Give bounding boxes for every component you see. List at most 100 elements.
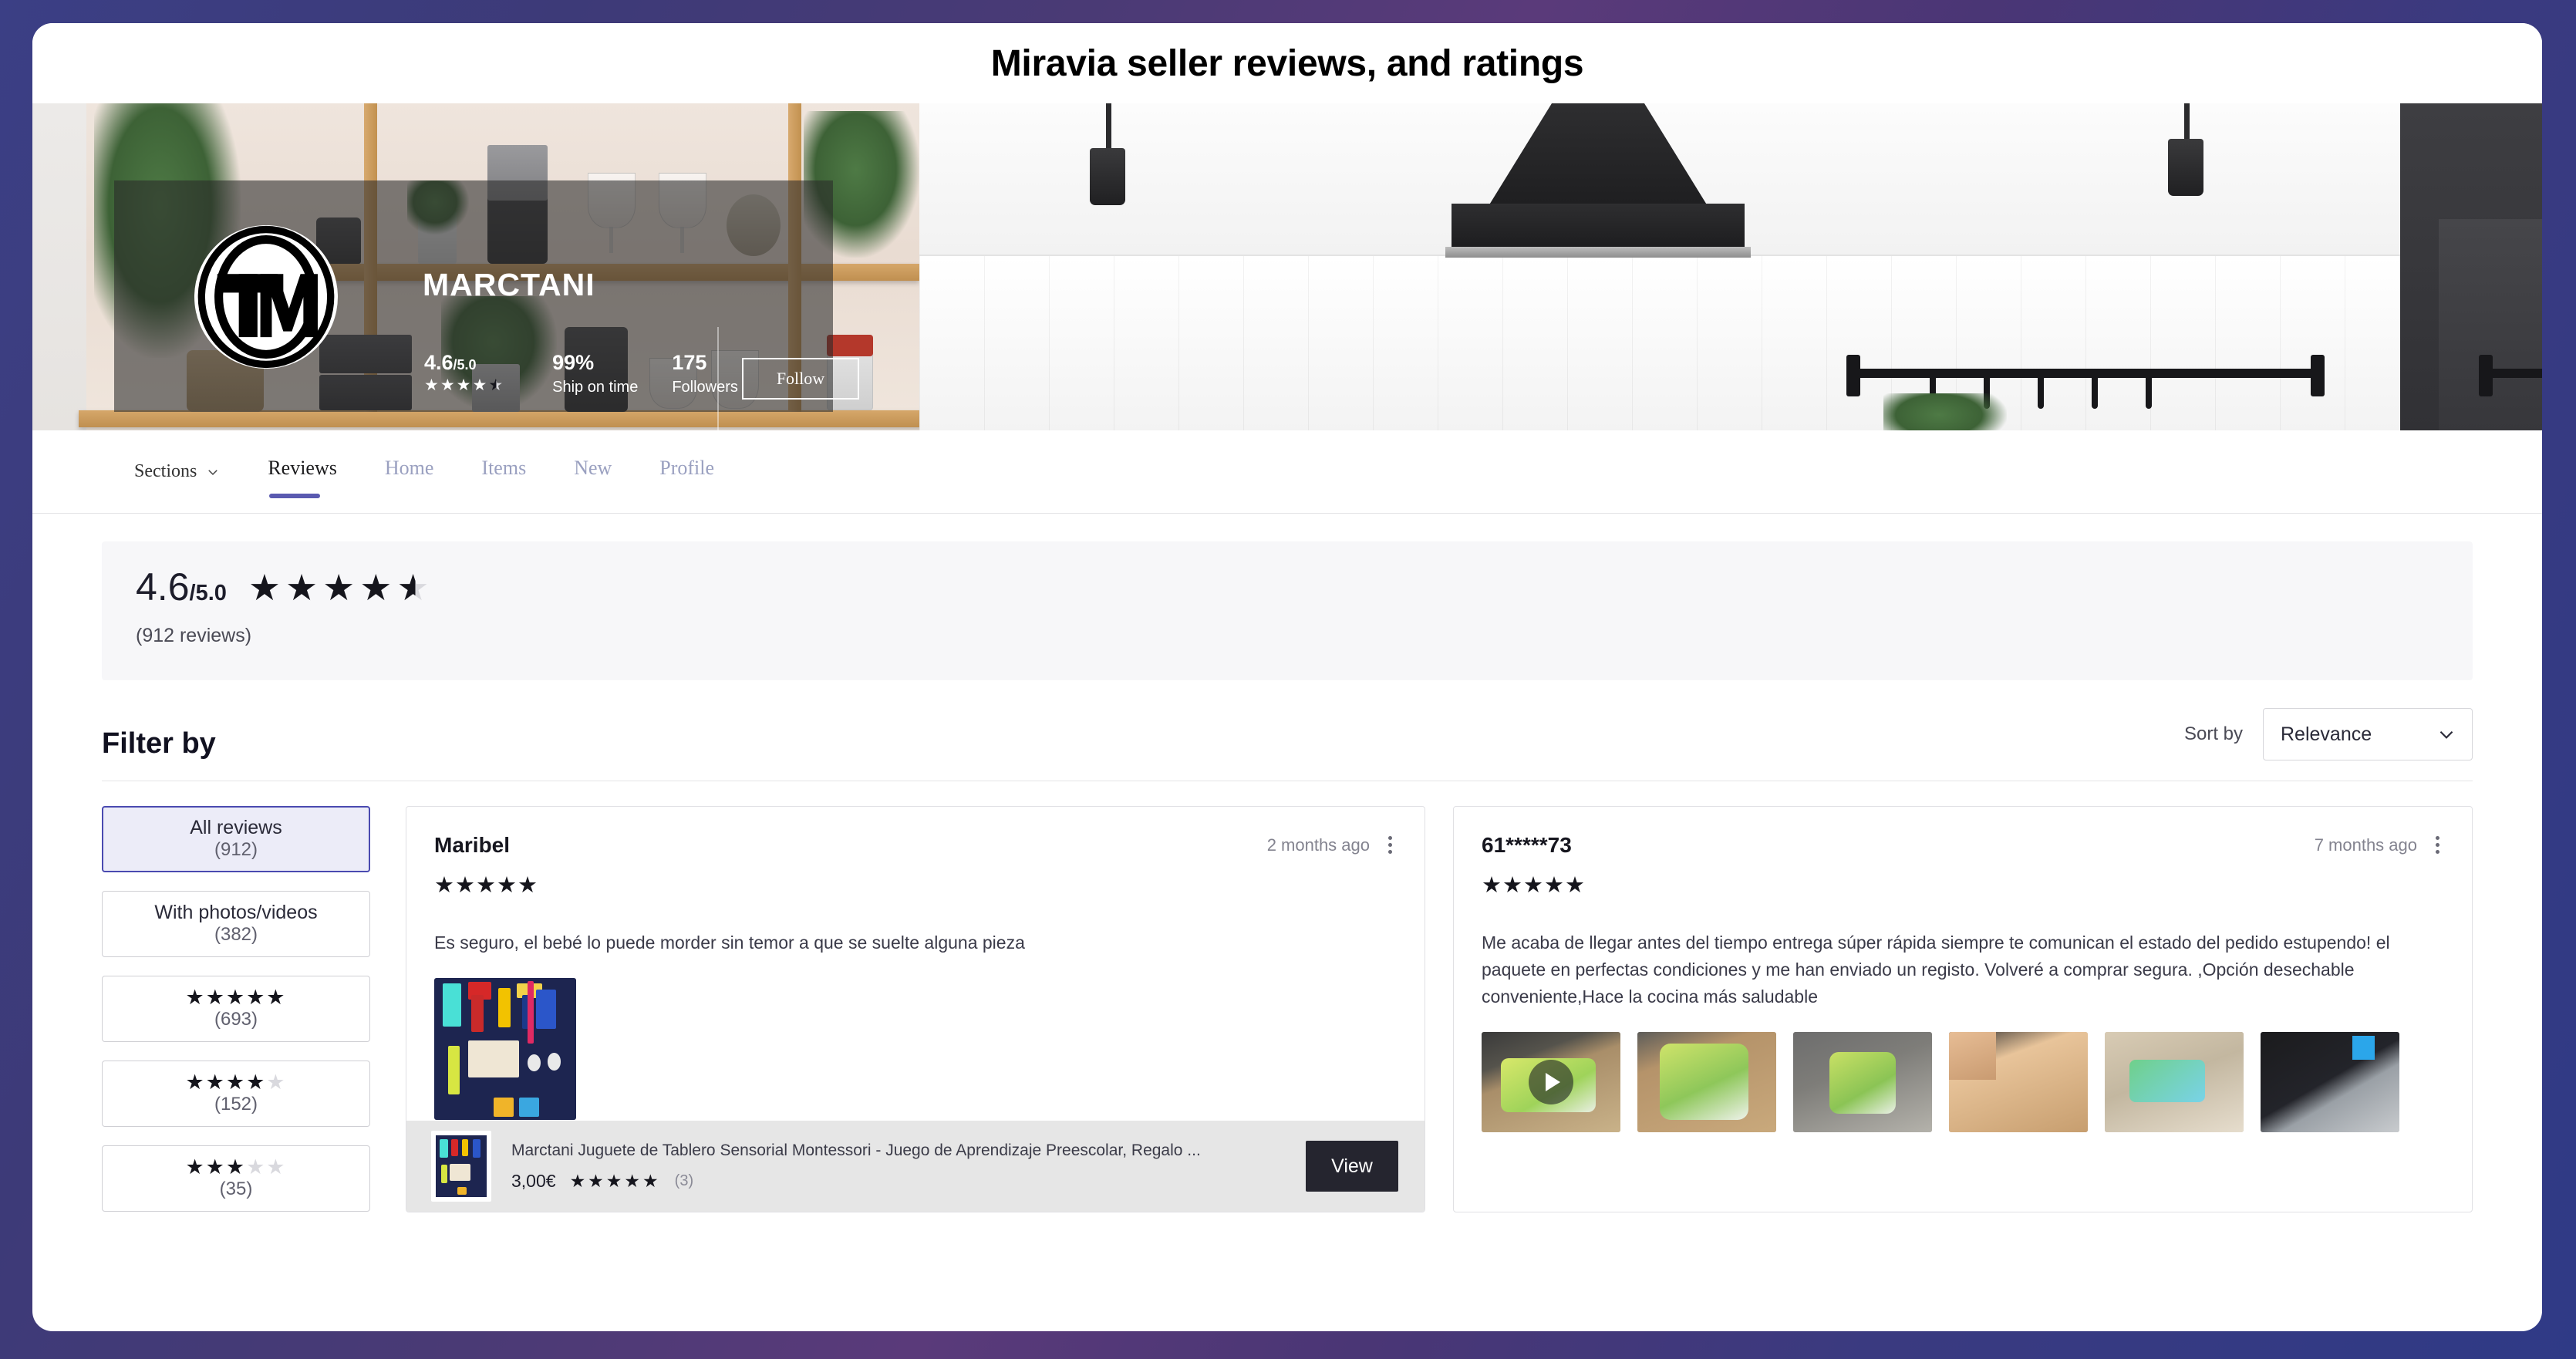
rating-summary: 4.6/5.0 ★★★★★ (912 reviews) — [102, 541, 2473, 680]
view-product-button[interactable]: View — [1306, 1141, 1398, 1192]
seller-rating-stat: 4.6/5.0 ★★★★★ — [424, 352, 504, 396]
rating-reviews-count: (912 reviews) — [136, 625, 252, 646]
filter-4-star-count: (152) — [214, 1093, 258, 1115]
review-media-video-thumbnail[interactable] — [1482, 1031, 1620, 1132]
filter-with-media-label: With photos/videos — [154, 902, 318, 923]
sort-select[interactable]: Relevance — [2263, 708, 2473, 760]
review-author: 61*****73 — [1482, 833, 1572, 857]
review-stars: ★★★★★ — [434, 873, 538, 898]
filter-3-star[interactable]: ★★★★★ (35) — [102, 1145, 370, 1212]
product-sub: 3,00€ ★★★★★ (3) — [511, 1171, 1306, 1192]
review-card: 61*****73 7 months ago ★★★★★ Me acaba de… — [1453, 806, 2473, 1212]
sections-dropdown[interactable]: Sections — [134, 461, 220, 482]
seller-logo — [194, 225, 338, 369]
seller-shiptime-label: Ship on time — [552, 379, 639, 396]
reviews-content: All reviews (912) With photos/videos (38… — [102, 781, 2473, 1212]
filter-with-media[interactable]: With photos/videos (382) — [102, 891, 370, 957]
review-date: 2 months ago — [1266, 835, 1370, 855]
seller-banner: MARCTANI 4.6/5.0 ★★★★★ 99% Ship on time — [32, 103, 2542, 430]
review-card: Maribel 2 months ago ★★★★★ Es seguro, el… — [406, 806, 1425, 1212]
product-stars: ★★★★★ — [569, 1170, 661, 1191]
rating-summary-stars: ★★★★★ — [248, 569, 434, 605]
review-text: Me acaba de llegar antes del tiempo entr… — [1482, 932, 2390, 1007]
seller-nav: Sections Reviews Home Items New Profile — [32, 430, 2542, 514]
product-thumbnail[interactable] — [431, 1131, 491, 1202]
review-date: 7 months ago — [2314, 835, 2417, 855]
review-media-thumbnails — [1482, 1031, 2444, 1132]
seller-followers-label: Followers — [672, 379, 738, 396]
filter-all-reviews[interactable]: All reviews (912) — [102, 806, 370, 872]
tab-reviews[interactable]: Reviews — [268, 456, 337, 498]
filter-3-star-count: (35) — [219, 1178, 253, 1199]
filter-header: Filter by Sort by Relevance — [102, 708, 2473, 781]
filter-5-star-stars: ★★★★★ — [185, 985, 287, 1009]
filter-4-star-stars: ★★★★★ — [185, 1070, 287, 1094]
seller-rating-suffix: /5.0 — [453, 357, 477, 373]
product-review-count: (3) — [674, 1172, 694, 1189]
review-header: Maribel 2 months ago — [434, 833, 1397, 858]
product-info: Marctani Juguete de Tablero Sensorial Mo… — [511, 1141, 1306, 1192]
tab-reviews-label: Reviews — [268, 456, 337, 479]
sort-by-label: Sort by — [2183, 723, 2243, 744]
review-text: Es seguro, el bebé lo puede morder sin t… — [434, 932, 1025, 953]
review-media-thumbnail[interactable] — [1637, 1031, 1776, 1132]
review-stars: ★★★★★ — [1482, 873, 1586, 898]
review-media-thumbnail[interactable] — [2105, 1031, 2244, 1132]
review-media-thumbnail[interactable] — [1793, 1031, 1932, 1132]
rating-score-number: 4.6 — [136, 565, 190, 609]
seller-shiptime-stat: 99% Ship on time — [552, 352, 638, 396]
chevron-down-icon — [2439, 730, 2453, 739]
rating-score: 4.6/5.0 — [136, 565, 227, 609]
tab-home-label: Home — [384, 456, 434, 479]
title-bar: Miravia seller reviews, and ratings — [32, 23, 2542, 103]
product-name: Marctani Juguete de Tablero Sensorial Mo… — [511, 1141, 1201, 1159]
rating-stars-half: ★ — [396, 566, 434, 608]
review-media-thumbnail[interactable] — [2261, 1031, 2399, 1132]
sort-control: Sort by Relevance — [2184, 708, 2473, 760]
review-meta: 7 months ago — [2315, 833, 2444, 857]
filter-by-title: Filter by — [102, 727, 216, 760]
filter-3-star-stars: ★★★★★ — [185, 1155, 287, 1179]
review-media-thumbnail[interactable] — [1949, 1031, 2088, 1132]
sort-select-value: Relevance — [2281, 723, 2372, 745]
filter-with-media-count: (382) — [214, 924, 258, 945]
seller-stars-full: ★★★★ — [424, 376, 489, 395]
review-product-strip: Marctani Juguete de Tablero Sensorial Mo… — [406, 1121, 1425, 1212]
tab-profile[interactable]: Profile — [659, 457, 714, 487]
rating-stars-full: ★★★★ — [248, 566, 397, 608]
tab-home[interactable]: Home — [385, 457, 434, 487]
seller-rating-stars: ★★★★★ — [424, 377, 504, 393]
review-author: Maribel — [434, 833, 511, 857]
tab-items[interactable]: Items — [481, 457, 526, 487]
seller-stats: 4.6/5.0 ★★★★★ 99% Ship on time 175 Follo… — [424, 352, 738, 396]
seller-followers-value: 175 — [672, 351, 707, 374]
rating-score-outof: /5.0 — [189, 581, 227, 605]
review-header: 61*****73 7 months ago — [1482, 833, 2444, 858]
seller-name: MARCTANI — [423, 267, 595, 302]
more-options-icon[interactable] — [2431, 833, 2444, 857]
more-options-icon[interactable] — [1384, 833, 1397, 857]
follow-button[interactable]: Follow — [742, 358, 859, 400]
seller-info-card: MARCTANI 4.6/5.0 ★★★★★ 99% Ship on time — [114, 180, 859, 430]
tab-new[interactable]: New — [574, 457, 612, 487]
seller-divider — [717, 327, 719, 430]
filter-sidebar: All reviews (912) With photos/videos (38… — [102, 806, 370, 1212]
seller-stars-half: ★ — [488, 376, 505, 395]
filter-5-star-count: (693) — [214, 1008, 258, 1030]
filter-all-reviews-label: All reviews — [190, 817, 282, 838]
seller-shiptime-value: 99% — [552, 351, 595, 374]
tab-new-label: New — [574, 456, 612, 479]
page-title: Miravia seller reviews, and ratings — [990, 42, 1584, 84]
product-price: 3,00€ — [511, 1170, 556, 1191]
review-list: Maribel 2 months ago ★★★★★ Es seguro, el… — [406, 806, 2473, 1212]
seller-rating-number: 4.6 — [424, 351, 453, 374]
play-icon[interactable] — [1529, 1059, 1573, 1104]
filter-4-star[interactable]: ★★★★★ (152) — [102, 1061, 370, 1127]
sections-label: Sections — [134, 461, 197, 481]
tab-items-label: Items — [481, 456, 527, 479]
review-media-thumbnail[interactable] — [434, 977, 576, 1120]
rating-summary-row: 4.6/5.0 ★★★★★ — [136, 565, 2473, 609]
filter-5-star[interactable]: ★★★★★ (693) — [102, 976, 370, 1042]
seller-rating-value: 4.6/5.0 — [424, 352, 504, 373]
tab-profile-label: Profile — [659, 456, 715, 479]
